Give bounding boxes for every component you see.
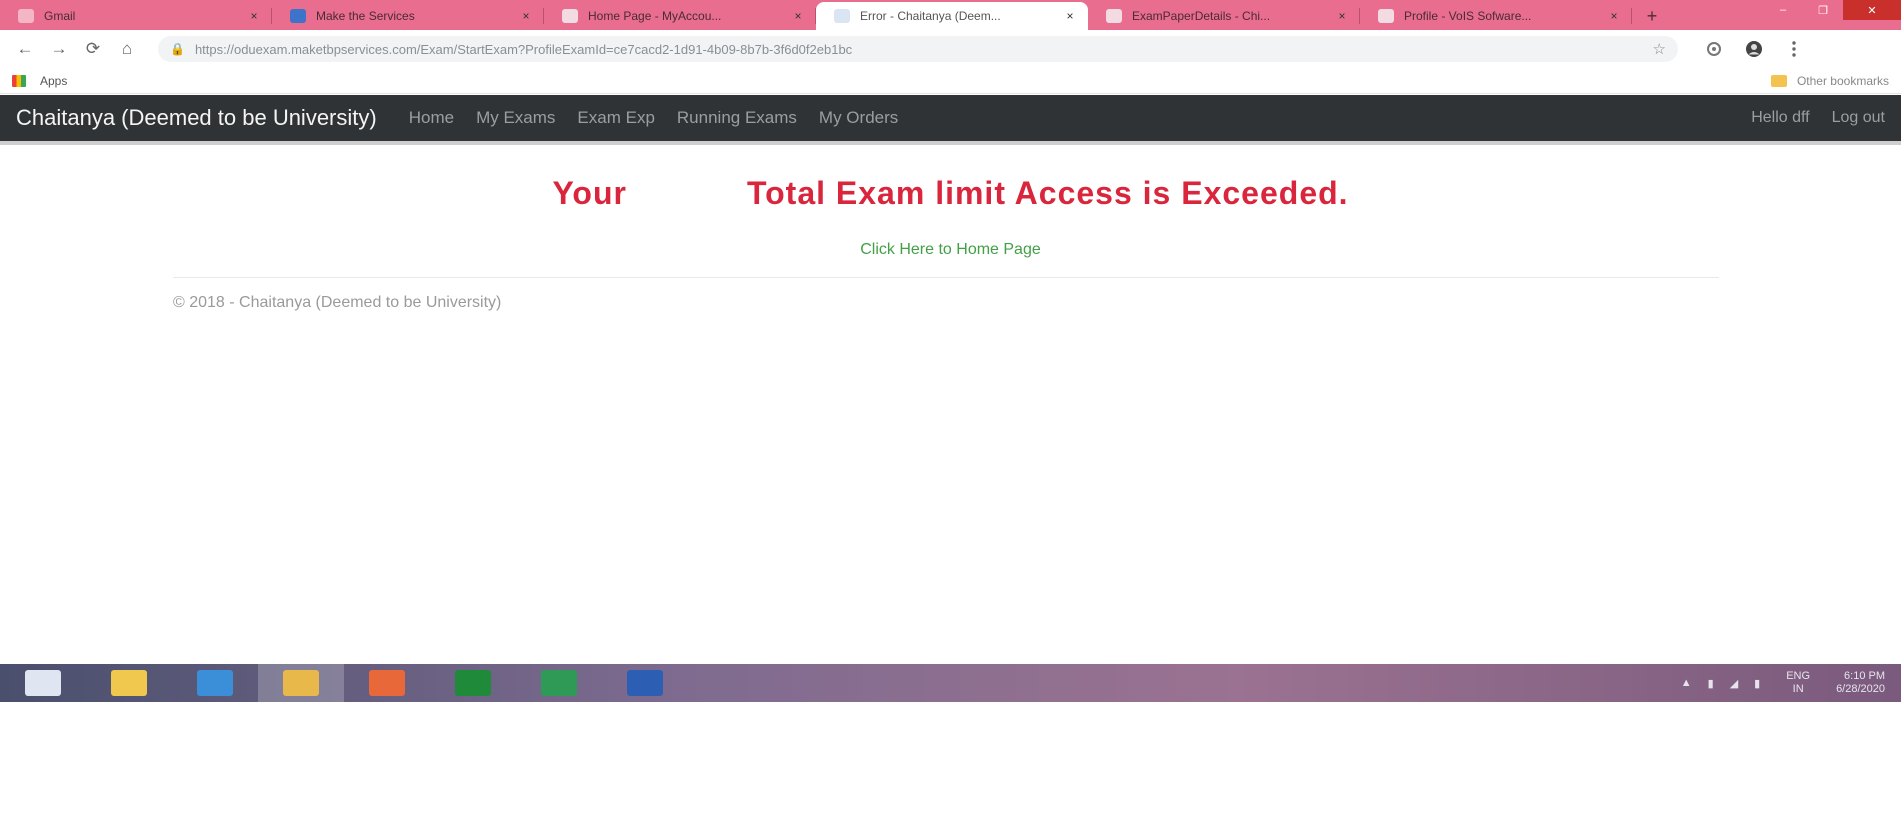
tab-title: Error - Chaitanya (Deem... [860, 9, 1001, 23]
taskbar-apps [0, 664, 688, 702]
new-tab-button[interactable]: + [1632, 2, 1672, 30]
browser-tab[interactable]: ExamPaperDetails - Chi... × [1088, 2, 1360, 30]
address-bar[interactable]: 🔒 https://oduexam.maketbpservices.com/Ex… [158, 36, 1678, 62]
url-text[interactable]: https://oduexam.maketbpservices.com/Exam… [195, 42, 1645, 57]
lock-icon: 🔒 [170, 42, 185, 56]
taskbar-clock[interactable]: 6:10 PM 6/28/2020 [1836, 670, 1885, 696]
logout-link[interactable]: Log out [1832, 109, 1885, 127]
taskbar-internet-explorer-button[interactable] [172, 664, 258, 702]
apps-grid-icon [12, 74, 26, 87]
minimize-button[interactable]: – [1763, 0, 1803, 20]
battery-icon[interactable]: ▮ [1708, 677, 1714, 690]
tab-close-icon[interactable]: × [1334, 9, 1350, 23]
chrome-icon [283, 670, 319, 696]
tab-close-icon[interactable]: × [1606, 9, 1622, 23]
toolbar-actions [1694, 34, 1814, 64]
taskbar-start-button[interactable] [0, 664, 86, 702]
nav-link-home[interactable]: Home [409, 108, 454, 128]
clock-time: 6:10 PM [1844, 670, 1885, 682]
tab-favicon-icon [1106, 9, 1122, 23]
taskbar-word-button[interactable] [602, 664, 688, 702]
error-message: Your Total Exam limit Access is Exceeded. [0, 175, 1901, 212]
tab-title: ExamPaperDetails - Chi... [1132, 9, 1271, 23]
tab-favicon-icon [1378, 9, 1394, 23]
page-content: Your Total Exam limit Access is Exceeded.… [0, 149, 1901, 664]
tab-close-icon[interactable]: × [790, 9, 806, 23]
windows-taskbar: ▲ ▮ ◢ ▮ ENG IN 6:10 PM 6/28/2020 [0, 664, 1901, 702]
content-divider [173, 277, 1719, 278]
tab-title: Profile - VoIS Sofware... [1404, 9, 1532, 23]
taskbar-excel-button[interactable] [516, 664, 602, 702]
taskbar-chrome-button[interactable] [258, 664, 344, 702]
browser-tab[interactable]: Error - Chaitanya (Deem... × [816, 2, 1088, 30]
tab-title: Home Page - MyAccou... [588, 9, 722, 23]
apps-label: Apps [40, 73, 68, 88]
tab-favicon-icon [834, 9, 850, 23]
extension-icon[interactable] [1694, 34, 1734, 64]
taskbar-green-app-button[interactable] [430, 664, 516, 702]
excel-icon [541, 670, 577, 696]
tab-title: Gmail [44, 9, 76, 23]
site-nav-links: Home My Exams Exam Exp Running Exams My … [409, 108, 921, 128]
apps-bookmark[interactable]: Apps [12, 74, 67, 88]
close-window-button[interactable]: ✕ [1843, 0, 1901, 20]
bookmark-star-icon[interactable]: ☆ [1653, 40, 1666, 58]
other-bookmarks[interactable]: Other bookmarks [1770, 73, 1889, 88]
blank-area [0, 702, 1901, 820]
menu-icon[interactable] [1774, 34, 1814, 64]
nav-link-running-exams[interactable]: Running Exams [677, 108, 797, 128]
bookmarks-bar: Apps Other bookmarks [0, 68, 1901, 94]
tab-close-icon[interactable]: × [246, 9, 262, 23]
clock-date: 6/28/2020 [1836, 683, 1885, 695]
window-controls: – ❐ ✕ [1763, 0, 1901, 20]
browser-tab[interactable]: Make the Services × [272, 2, 544, 30]
browser-tab[interactable]: Home Page - MyAccou... × [544, 2, 816, 30]
page-footer: © 2018 - Chaitanya (Deemed to be Univers… [173, 294, 502, 311]
home-button[interactable]: ⌂ [110, 34, 144, 64]
browser-toolbar: ← → ⟳ ⌂ 🔒 https://oduexam.maketbpservice… [0, 30, 1901, 68]
taskbar-firefox-button[interactable] [344, 664, 430, 702]
file-explorer-icon [111, 670, 147, 696]
internet-explorer-icon [197, 670, 233, 696]
other-bookmarks-label: Other bookmarks [1796, 73, 1889, 88]
tab-title: Make the Services [316, 9, 415, 23]
nav-link-exam-exp[interactable]: Exam Exp [577, 108, 654, 128]
user-menu: Hello dff Log out [1729, 109, 1885, 127]
reload-button[interactable]: ⟳ [76, 34, 110, 64]
profile-icon[interactable] [1734, 34, 1774, 64]
browser-tab[interactable]: Profile - VoIS Sofware... × [1360, 2, 1632, 30]
tab-favicon-icon [290, 9, 306, 23]
start-icon [25, 670, 61, 696]
show-hidden-icons-icon[interactable]: ▲ [1681, 677, 1692, 689]
maximize-button[interactable]: ❐ [1803, 0, 1843, 20]
system-tray: ▲ ▮ ◢ ▮ ENG IN 6:10 PM 6/28/2020 [1665, 670, 1901, 696]
browser-tab[interactable]: Gmail × [0, 2, 272, 30]
home-page-link[interactable]: Click Here to Home Page [0, 241, 1901, 259]
site-brand[interactable]: Chaitanya (Deemed to be University) [16, 105, 377, 131]
volume-icon[interactable]: ▮ [1754, 677, 1760, 690]
browser-tab-strip: Gmail × Make the Services × Home Page - MyAc… [0, 0, 1901, 30]
nav-link-my-exams[interactable]: My Exams [476, 108, 555, 128]
back-button[interactable]: ← [8, 34, 42, 64]
tab-close-icon[interactable]: × [1062, 9, 1078, 23]
tab-favicon-icon [18, 9, 34, 23]
tab-list: Gmail × Make the Services × Home Page - MyAc… [0, 0, 1632, 30]
site-navbar: Chaitanya (Deemed to be University) Home… [0, 95, 1901, 145]
forward-button[interactable]: → [42, 34, 76, 64]
language-region: IN [1792, 683, 1804, 695]
tab-close-icon[interactable]: × [518, 9, 534, 23]
network-icon[interactable]: ◢ [1730, 677, 1738, 690]
firefox-icon [369, 670, 405, 696]
taskbar-file-explorer-button[interactable] [86, 664, 172, 702]
green-app-icon [455, 670, 491, 696]
tab-favicon-icon [562, 9, 578, 23]
language-code: ENG [1786, 670, 1811, 682]
input-language[interactable]: ENG IN [1786, 670, 1810, 696]
error-message-part1: Your [552, 175, 627, 211]
nav-link-my-orders[interactable]: My Orders [819, 108, 898, 128]
folder-icon [1770, 74, 1787, 87]
error-message-part2: Total Exam limit Access is Exceeded. [746, 175, 1349, 211]
user-greeting-link[interactable]: Hello dff [1751, 109, 1809, 127]
word-icon [627, 670, 663, 696]
